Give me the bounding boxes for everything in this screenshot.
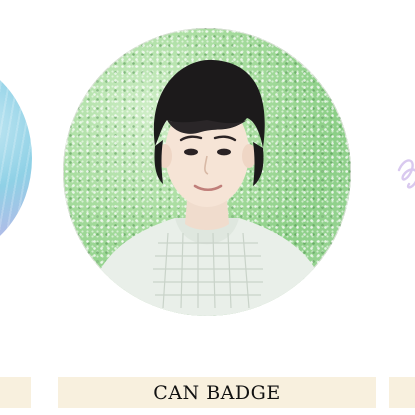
label-bar-right — [389, 377, 415, 408]
neighbor-item-right[interactable] — [395, 150, 415, 210]
script-letter-icon — [397, 159, 415, 189]
label-bar-left — [0, 377, 31, 408]
badge-sheen — [0, 58, 32, 258]
can-badge-image[interactable] — [63, 28, 351, 316]
product-label-bar: CAN BADGE — [58, 377, 376, 408]
neighbor-badge-left[interactable] — [0, 58, 32, 258]
product-label: CAN BADGE — [153, 381, 281, 404]
member-portrait — [93, 59, 323, 316]
product-strip: CAN BADGE — [0, 0, 415, 415]
